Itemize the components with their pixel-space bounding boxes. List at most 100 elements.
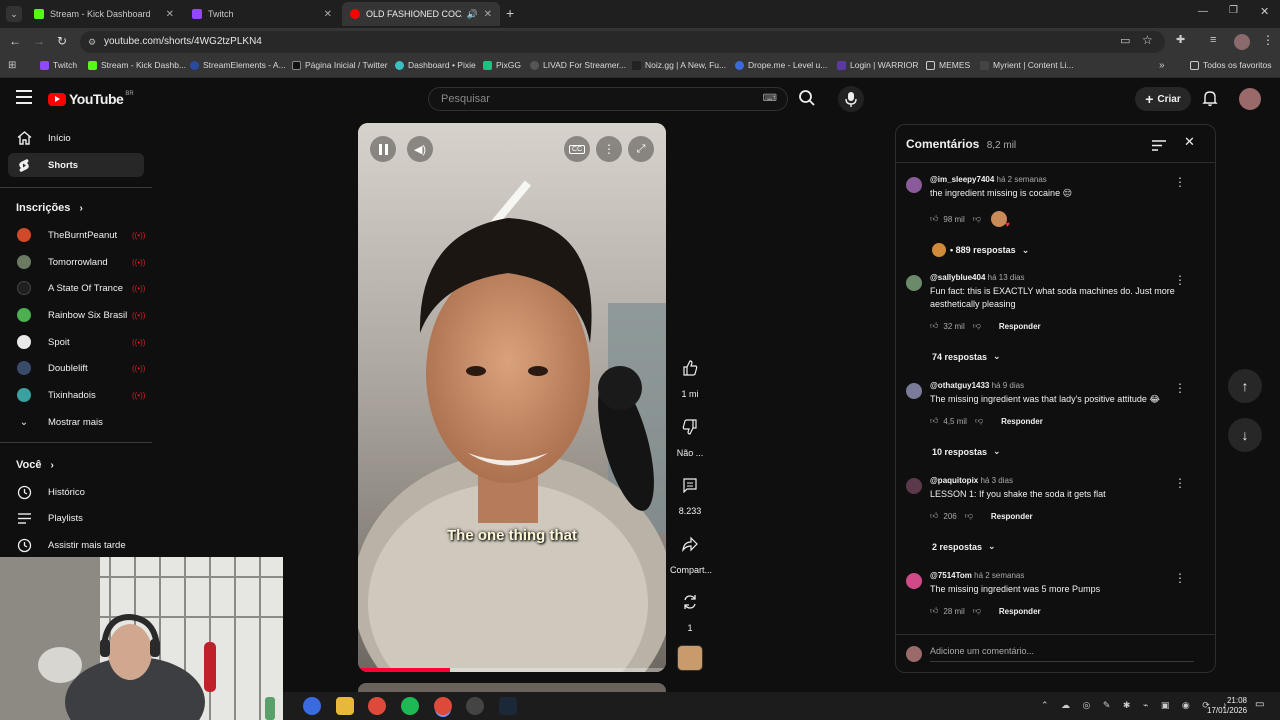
remix-icon[interactable] [673, 585, 707, 619]
sort-icon[interactable] [1152, 138, 1166, 156]
notifications-icon[interactable] [1202, 90, 1218, 112]
tab-kick[interactable]: Stream - Kick Dashboard ✕ [26, 2, 182, 26]
dislike-icon[interactable]: 👎︎ [973, 606, 981, 616]
shorts-video-player[interactable]: ◀) CC ⋮ ⤢ The one thing that [358, 123, 666, 672]
more-options-button[interactable]: ⋮ [596, 136, 622, 162]
search-icon[interactable] [798, 89, 816, 107]
reply-button[interactable]: Responder [999, 607, 1041, 616]
forward-icon[interactable]: → [33, 34, 45, 48]
back-icon[interactable]: ← [9, 34, 21, 48]
channel-avatar-thumbnail[interactable] [677, 645, 703, 671]
close-tab-icon[interactable]: ✕ [166, 9, 174, 20]
pause-button[interactable] [370, 136, 396, 162]
bookmark-warrior[interactable]: Login | WARRIOR [837, 60, 919, 70]
sidebar-item-tixinhadois[interactable]: Tixinhadois ((•)) [8, 383, 145, 407]
bookmark-kick[interactable]: Stream - Kick Dashb... [88, 60, 186, 70]
volume-button[interactable]: ◀) [407, 136, 433, 162]
dislike-icon[interactable]: 👎︎ [965, 511, 973, 521]
audio-icon[interactable]: 🔊 [467, 9, 478, 20]
reply-button[interactable]: Responder [999, 322, 1041, 331]
url-field[interactable]: ⚙ youtube.com/shorts/4WG2tzPLKN4 [80, 31, 1165, 53]
sidebar-item-playlists[interactable]: Playlists [8, 506, 144, 530]
close-comments-icon[interactable]: ✕ [1184, 134, 1195, 150]
bookmark-memes[interactable]: MEMES [926, 60, 970, 70]
all-bookmarks[interactable]: Todos os favoritos [1190, 60, 1272, 70]
dislike-icon[interactable]: 👎︎ [975, 416, 983, 426]
share-action[interactable]: Compart... [670, 527, 712, 575]
like-icon[interactable] [673, 351, 707, 385]
apps-icon[interactable]: ⊞ [8, 60, 16, 71]
comment-author[interactable]: @paquitopix há 3 dias [930, 476, 1013, 485]
comment-menu-icon[interactable]: ⋮ [1174, 175, 1186, 189]
sidebar-item-shorts[interactable]: Shorts [8, 153, 144, 177]
commenter-avatar[interactable] [906, 573, 922, 589]
tab-youtube[interactable]: OLD FASHIONED COCA-CO 🔊 ✕ [342, 2, 500, 26]
view-replies-button[interactable]: • 889 respostas ⌄ [932, 243, 1029, 257]
reload-icon[interactable]: ↻ [57, 34, 67, 48]
bookmark-pixgg[interactable]: PixGG [483, 60, 521, 70]
video-progress-track[interactable] [358, 668, 666, 672]
commenter-avatar[interactable] [906, 275, 922, 291]
sidebar-item-watch-later[interactable]: Assistir mais tarde [8, 533, 144, 557]
previous-short-button[interactable]: ↑ [1228, 369, 1262, 403]
clock[interactable]: 21:08 17/01/2026 [1207, 696, 1247, 716]
bookmark-drope[interactable]: Drope.me - Level u... [735, 60, 827, 70]
view-replies-button[interactable]: 2 respostas ⌄ [932, 541, 996, 552]
sidebar-item-rainbow-six-brasil[interactable]: Rainbow Six Brasil ((•)) [8, 303, 145, 327]
like-icon[interactable]: 👍︎ [930, 511, 938, 521]
keyboard-icon[interactable]: ⌨ [763, 88, 777, 110]
microphone-icon[interactable] [838, 86, 864, 112]
media-icon[interactable]: ≡ [1210, 34, 1216, 46]
search-input[interactable]: Pesquisar ⌨ [428, 87, 788, 111]
fullscreen-button[interactable]: ⤢ [628, 136, 654, 162]
menu-icon[interactable] [16, 90, 32, 104]
comment-icon[interactable] [673, 468, 707, 502]
remix-action[interactable]: 1 [670, 585, 710, 633]
site-info-icon[interactable]: ⚙ [88, 31, 96, 53]
comment-menu-icon[interactable]: ⋮ [1174, 381, 1186, 395]
spotify-icon[interactable] [401, 697, 419, 715]
sidebar-item-theburntpeanut[interactable]: TheBurntPeanut ((•)) [8, 223, 145, 247]
share-icon[interactable] [673, 527, 707, 561]
system-tray-icons[interactable]: ⌃ ☁ ◎ ✎ ✱ ⌁ ▣ ◉ ⟳ ♪ [1041, 700, 1232, 711]
sidebar-item-spoit[interactable]: Spoit ((•)) [8, 330, 145, 354]
browser-menu-icon[interactable]: ⋮ [1262, 33, 1274, 47]
bookmark-streamelements[interactable]: StreamElements - A... [190, 60, 286, 70]
show-more-button[interactable]: ⌄ Mostrar mais [8, 410, 144, 434]
copilot-icon[interactable] [303, 697, 321, 715]
youtube-logo[interactable]: YouTube BR [48, 91, 134, 107]
add-comment-input[interactable]: Adicione um comentário... [930, 646, 1194, 662]
chrome-icon[interactable] [368, 697, 386, 715]
bookmark-twitch[interactable]: Twitch [40, 60, 77, 70]
notification-center-icon[interactable]: ▭ [1255, 699, 1264, 710]
reply-button[interactable]: Responder [1001, 417, 1043, 426]
bookmark-star-icon[interactable]: ☆ [1142, 33, 1153, 47]
new-tab-icon[interactable]: + [506, 5, 514, 21]
close-window-icon[interactable]: ✕ [1260, 5, 1269, 18]
comment-menu-icon[interactable]: ⋮ [1174, 571, 1186, 585]
steam-icon[interactable] [499, 697, 517, 715]
view-replies-button[interactable]: 10 respostas ⌄ [932, 446, 1001, 457]
dislike-action[interactable]: Não ... [670, 410, 710, 458]
tab-search-icon[interactable]: ⌄ [6, 6, 22, 22]
like-icon[interactable]: 👍︎ [930, 416, 938, 426]
like-action[interactable]: 1 mi [670, 351, 710, 399]
restore-icon[interactable]: ❐ [1229, 5, 1238, 16]
captions-button[interactable]: CC [564, 136, 590, 162]
subscriptions-header[interactable]: Inscrições › [16, 202, 83, 214]
comment-author[interactable]: @othatguy1433 há 9 dias [930, 381, 1024, 390]
close-tab-icon[interactable]: ✕ [484, 9, 492, 20]
bookmark-pixie[interactable]: Dashboard • Pixie [395, 60, 476, 70]
comment-author[interactable]: @im_sleepy7404 há 2 semanas [930, 175, 1047, 184]
sidebar-item-a-state-of-trance[interactable]: A State Of Trance ((•)) [8, 276, 145, 300]
bookmark-livad[interactable]: LIVAD For Streamer... [530, 60, 626, 70]
sidebar-item-tomorrowland[interactable]: Tomorrowland ((•)) [8, 250, 145, 274]
comment-menu-icon[interactable]: ⋮ [1174, 476, 1186, 490]
comment-author[interactable]: @sallyblue404 há 13 dias [930, 273, 1025, 282]
dislike-icon[interactable]: 👎︎ [973, 214, 981, 224]
view-replies-button[interactable]: 74 respostas ⌄ [932, 351, 1001, 362]
like-icon[interactable]: 👍︎ [930, 321, 938, 331]
commenter-avatar[interactable] [906, 383, 922, 399]
like-icon[interactable]: 👍︎ [930, 214, 938, 224]
reply-button[interactable]: Responder [991, 512, 1033, 521]
